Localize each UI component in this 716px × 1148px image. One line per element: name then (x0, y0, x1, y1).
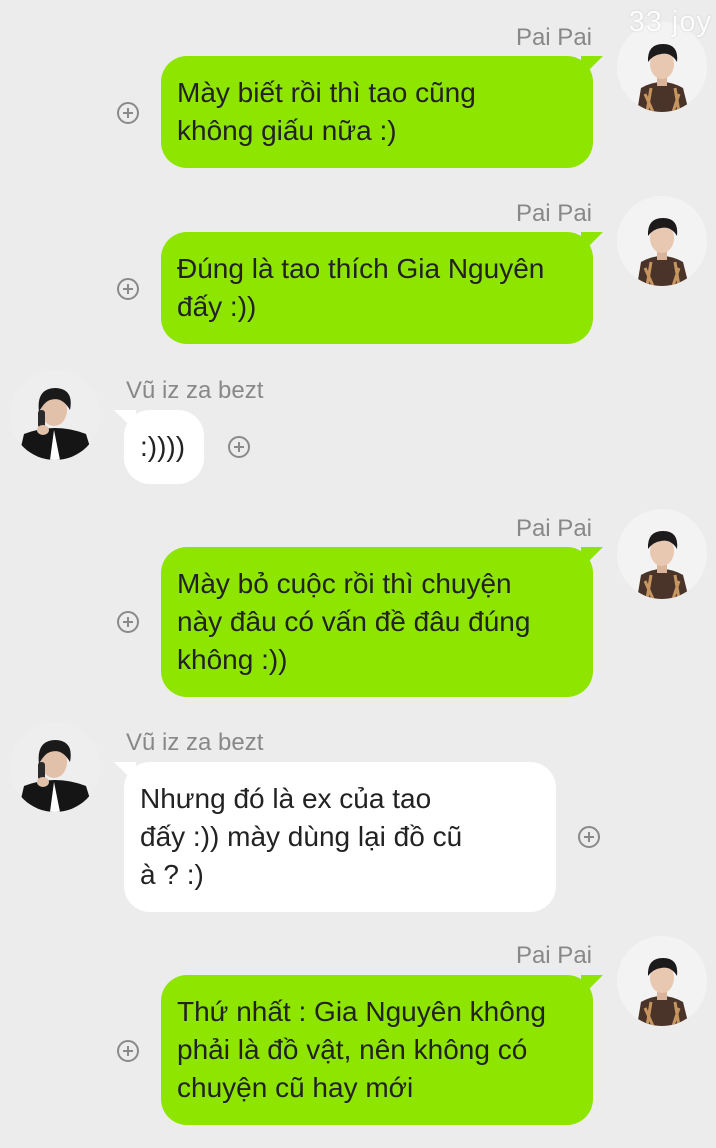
add-reaction-icon[interactable] (117, 1040, 139, 1062)
message-line: Mày biết rồi thì tao cũng (177, 77, 476, 108)
watermark: 33 joy (628, 6, 712, 38)
sender-name: Pai Pai (515, 200, 592, 227)
avatar-pai-pai[interactable] (617, 509, 707, 599)
message-line: đấy :)) mày dùng lại đồ cũ (140, 821, 463, 852)
message-bubble[interactable]: Đúng là tao thích Gia Nguyên đấy :)) (161, 232, 603, 344)
sender-name: Pai Pai (515, 942, 592, 969)
message-line: này đâu có vấn đề đâu đúng (177, 606, 531, 637)
message-line: Nhưng đó là ex của tao (140, 783, 432, 814)
message-bubble[interactable]: Mày bỏ cuộc rồi thì chuyện này đâu có vấ… (161, 547, 603, 697)
add-reaction-icon[interactable] (117, 611, 139, 633)
message-bubble[interactable]: :)))) (114, 410, 204, 484)
avatar-image (10, 722, 100, 812)
message-line: Đúng là tao thích Gia Nguyên (177, 253, 545, 284)
message-bubble[interactable]: Mày biết rồi thì tao cũng không giấu nữa… (161, 56, 603, 168)
message-line: không giấu nữa :) (177, 115, 397, 146)
sender-name: Pai Pai (515, 24, 592, 51)
avatar-vu[interactable] (10, 370, 100, 460)
sender-name: Vũ iz za bezt (126, 377, 264, 404)
message-bubble[interactable]: Thứ nhất : Gia Nguyên không phải là đồ v… (161, 975, 603, 1125)
avatar-pai-pai[interactable] (617, 196, 707, 286)
message-bubble[interactable]: Nhưng đó là ex của tao đấy :)) mày dùng … (114, 762, 556, 912)
message-line: chuyện cũ hay mới (177, 1072, 414, 1103)
message-line: Mày bỏ cuộc rồi thì chuyện (177, 568, 512, 599)
sender-name: Pai Pai (515, 515, 592, 542)
avatar-pai-pai[interactable] (617, 936, 707, 1026)
add-reaction-icon[interactable] (117, 102, 139, 124)
avatar-image (617, 936, 707, 1026)
message-line: :)))) (140, 431, 186, 462)
avatar-vu[interactable] (10, 722, 100, 812)
sender-name: Vũ iz za bezt (126, 729, 264, 756)
avatar-image (617, 196, 707, 286)
message-line: đấy :)) (177, 291, 257, 322)
message-line: phải là đồ vật, nên không có (177, 1034, 528, 1065)
avatar-image (617, 509, 707, 599)
add-reaction-icon[interactable] (228, 436, 250, 458)
avatar-image (10, 370, 100, 460)
message-line: không :)) (177, 644, 288, 675)
message-line: Thứ nhất : Gia Nguyên không (177, 996, 546, 1027)
add-reaction-icon[interactable] (578, 826, 600, 848)
add-reaction-icon[interactable] (117, 278, 139, 300)
message-line: à ? :) (140, 859, 204, 890)
